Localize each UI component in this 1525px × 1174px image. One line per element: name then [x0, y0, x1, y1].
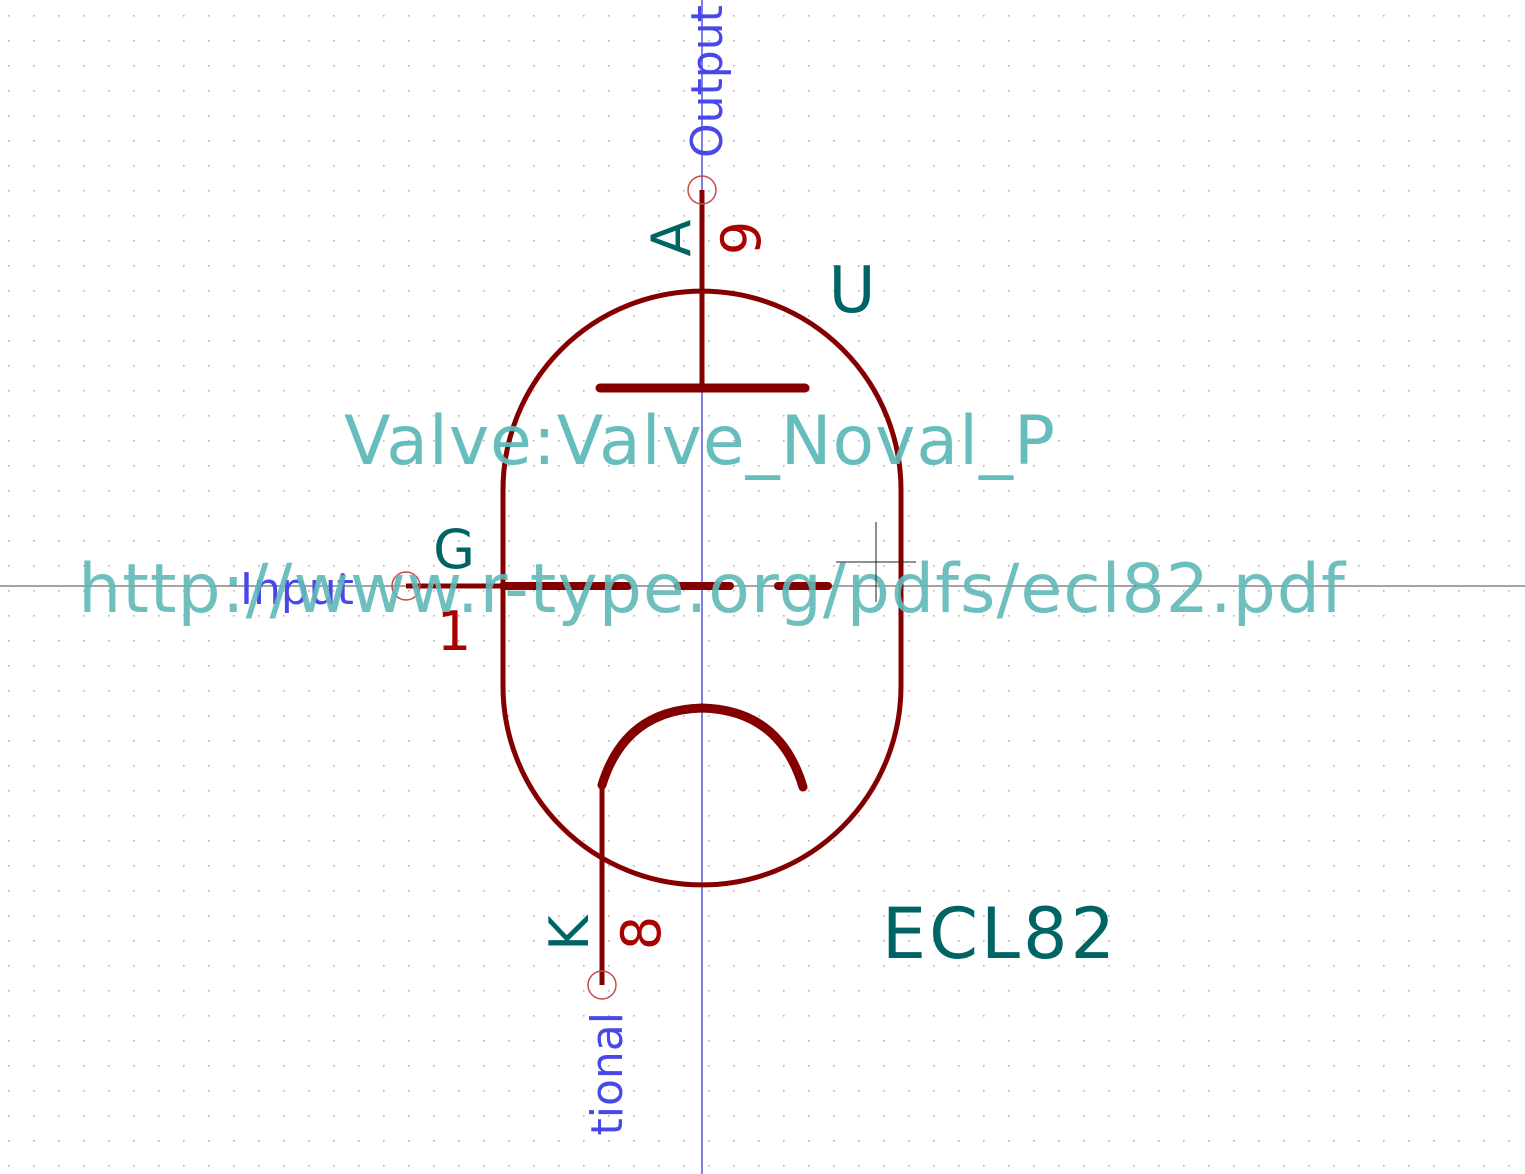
- cathode-pin-number: 8: [610, 916, 673, 950]
- value-field[interactable]: ECL82: [882, 893, 1118, 975]
- datasheet-field[interactable]: http://www.r-type.org/pdfs/ecl82.pdf: [78, 550, 1347, 629]
- cathode-pin-type: tional: [582, 1012, 633, 1135]
- reference-field[interactable]: U: [829, 254, 876, 328]
- anode-pin-name: A: [640, 219, 703, 256]
- schematic-canvas[interactable]: A G K 9 1 8 Output Input tional U ECL82 …: [0, 0, 1525, 1174]
- cathode-pin-name: K: [538, 914, 601, 951]
- anode-pin-type: Output: [682, 5, 733, 158]
- footprint-field[interactable]: Valve:Valve_Noval_P: [344, 402, 1056, 481]
- anode-pin-number: 9: [710, 221, 773, 255]
